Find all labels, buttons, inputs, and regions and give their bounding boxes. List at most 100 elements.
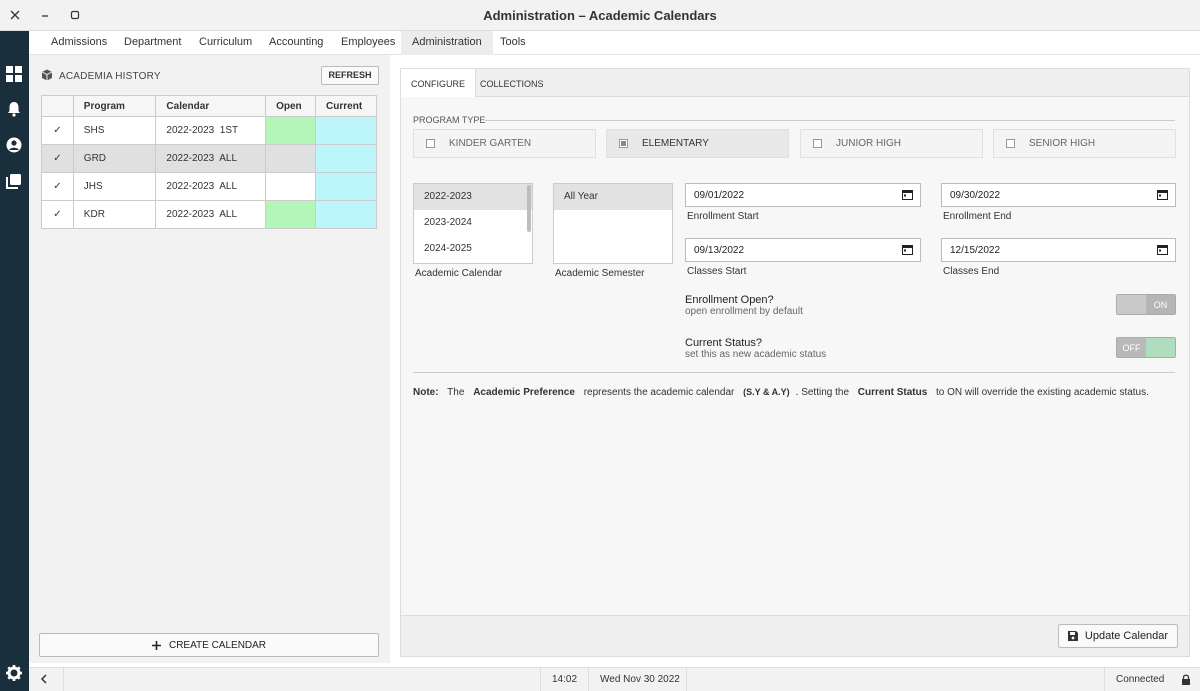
academic-semester-label: Academic Semester bbox=[555, 268, 645, 279]
tab-bar: CONFIGURE COLLECTIONS bbox=[401, 69, 1189, 97]
user-icon[interactable] bbox=[5, 136, 23, 154]
status-date: Wed Nov 30 2022 bbox=[600, 674, 680, 685]
menu-admissions[interactable]: Admissions bbox=[40, 31, 118, 55]
academic-calendar-label: Academic Calendar bbox=[415, 268, 503, 279]
current-status-sub: set this as new academic status bbox=[685, 349, 827, 360]
status-bar: 14:02 Wed Nov 30 2022 Connected bbox=[29, 667, 1200, 691]
row-check: ✓ bbox=[41, 172, 74, 201]
classes-start-value: 09/13/2022 bbox=[694, 244, 745, 256]
calendar-icon[interactable] bbox=[1157, 189, 1168, 203]
program-type-option-label: ELEMENTARY bbox=[642, 138, 709, 149]
sidebar bbox=[0, 31, 29, 691]
academic-semester-list[interactable]: All Year bbox=[553, 183, 673, 264]
chevron-left-icon[interactable] bbox=[40, 674, 48, 687]
program-type-option-label: JUNIOR HIGH bbox=[836, 138, 901, 149]
menu-employees[interactable]: Employees bbox=[330, 31, 406, 55]
row-open-indicator bbox=[265, 116, 317, 145]
table-row[interactable]: ✓ GRD 2022-2023 ALL bbox=[41, 144, 377, 173]
history-panel: ACADEMIA HISTORY REFRESH Program Calenda… bbox=[29, 55, 390, 663]
program-type-elementary[interactable]: ELEMENTARY bbox=[606, 129, 789, 158]
program-type-junior-high[interactable]: JUNIOR HIGH bbox=[800, 129, 983, 158]
update-calendar-button[interactable]: Update Calendar bbox=[1058, 624, 1178, 648]
window-title: Administration – Academic Calendars bbox=[483, 8, 717, 23]
calendar-icon[interactable] bbox=[902, 189, 913, 203]
cube-icon bbox=[41, 69, 53, 84]
row-open-indicator bbox=[265, 144, 317, 173]
notifications-icon[interactable] bbox=[5, 100, 23, 118]
column-header-program: Program bbox=[72, 95, 157, 117]
title-bar: Administration – Academic Calendars bbox=[0, 0, 1200, 31]
create-calendar-button[interactable]: CREATE CALENDAR bbox=[39, 633, 379, 657]
calendar-icon[interactable] bbox=[1157, 244, 1168, 258]
enrollment-start-value: 09/01/2022 bbox=[694, 189, 745, 201]
column-header-open: Open bbox=[265, 95, 317, 117]
note-part: represents the academic calendar bbox=[583, 387, 735, 398]
classes-end-value: 12/15/2022 bbox=[950, 244, 1001, 256]
menu-tools[interactable]: Tools bbox=[489, 31, 537, 55]
enrollment-open-toggle[interactable]: ON bbox=[1116, 294, 1176, 315]
status-time: 14:02 bbox=[552, 674, 578, 685]
note-part: The bbox=[447, 387, 465, 398]
toggle-knob bbox=[1146, 338, 1175, 357]
row-calendar: 2022-2023 ALL bbox=[155, 200, 267, 229]
list-item[interactable]: All Year bbox=[554, 184, 672, 210]
classes-end-field[interactable]: 12/15/2022 bbox=[941, 238, 1176, 262]
menu-administration[interactable]: Administration bbox=[401, 31, 493, 55]
table-row[interactable]: ✓ JHS 2022-2023 ALL bbox=[41, 172, 377, 201]
calendar-icon[interactable] bbox=[902, 244, 913, 258]
enrollment-open-label: Enrollment Open? bbox=[685, 294, 774, 306]
toggle-state-text: OFF bbox=[1117, 338, 1146, 357]
list-item[interactable]: 2024-2025 bbox=[414, 236, 532, 262]
list-scrollbar[interactable] bbox=[527, 185, 531, 232]
program-type-senior-high[interactable]: SENIOR HIGH bbox=[993, 129, 1176, 158]
row-calendar: 2022-2023 ALL bbox=[155, 172, 267, 201]
update-calendar-label: Update Calendar bbox=[1084, 630, 1169, 642]
program-type-kinder-garten[interactable]: KINDER GARTEN bbox=[413, 129, 596, 158]
row-calendar: 2022-2023 1ST bbox=[155, 116, 267, 145]
current-status-toggle[interactable]: OFF bbox=[1116, 337, 1176, 358]
row-calendar: 2022-2023 ALL bbox=[155, 144, 267, 173]
enrollment-end-label: Enrollment End bbox=[943, 211, 1012, 222]
row-current-indicator bbox=[315, 200, 377, 229]
menu-accounting[interactable]: Accounting bbox=[258, 31, 334, 55]
toggle-knob bbox=[1117, 295, 1146, 314]
list-item[interactable]: 2023-2024 bbox=[414, 210, 532, 236]
checkbox-checked-icon bbox=[619, 139, 628, 148]
tab-collections[interactable]: COLLECTIONS bbox=[470, 69, 554, 97]
panel-footer: Update Calendar bbox=[401, 615, 1189, 656]
settings-icon[interactable] bbox=[5, 664, 23, 682]
row-program: GRD bbox=[72, 144, 157, 173]
lock-icon bbox=[1181, 674, 1191, 688]
row-current-indicator bbox=[315, 144, 377, 173]
note-bold: (S.Y & A.Y) bbox=[743, 387, 790, 397]
enrollment-end-value: 09/30/2022 bbox=[950, 189, 1001, 201]
enrollment-end-field[interactable]: 09/30/2022 bbox=[941, 183, 1176, 207]
note-part: . Setting the bbox=[795, 387, 850, 398]
list-item[interactable]: 2022-2023 bbox=[414, 184, 532, 210]
menu-bar: Admissions Department Curriculum Account… bbox=[29, 31, 1200, 55]
note-text: Note: The Academic Preference represents… bbox=[413, 387, 1149, 398]
dashboard-icon[interactable] bbox=[5, 65, 23, 83]
note-bold: Current Status bbox=[857, 387, 928, 398]
status-connection: Connected bbox=[1116, 674, 1165, 685]
program-type-option-label: KINDER GARTEN bbox=[449, 138, 532, 149]
tab-configure[interactable]: CONFIGURE bbox=[401, 69, 476, 97]
row-current-indicator bbox=[315, 172, 377, 201]
classes-start-field[interactable]: 09/13/2022 bbox=[685, 238, 921, 262]
academic-calendar-list[interactable]: 2022-2023 2023-2024 2024-2025 bbox=[413, 183, 533, 264]
enrollment-start-field[interactable]: 09/01/2022 bbox=[685, 183, 921, 207]
column-header-current: Current bbox=[315, 95, 377, 117]
status-separator bbox=[63, 668, 64, 691]
program-type-option-label: SENIOR HIGH bbox=[1029, 138, 1096, 149]
table-row[interactable]: ✓ KDR 2022-2023 ALL bbox=[41, 200, 377, 229]
table-row[interactable]: ✓ SHS 2022-2023 1ST bbox=[41, 116, 377, 145]
copy-icon[interactable] bbox=[5, 172, 23, 190]
menu-curriculum[interactable]: Curriculum bbox=[188, 31, 263, 55]
checkbox-icon bbox=[813, 139, 822, 148]
refresh-button[interactable]: REFRESH bbox=[321, 66, 379, 85]
table-header-row: Program Calendar Open Current bbox=[41, 95, 377, 117]
enrollment-start-label: Enrollment Start bbox=[687, 211, 759, 222]
menu-department[interactable]: Department bbox=[113, 31, 192, 55]
configure-panel: CONFIGURE COLLECTIONS PROGRAM TYPE KINDE… bbox=[400, 68, 1190, 657]
row-check: ✓ bbox=[41, 116, 74, 145]
